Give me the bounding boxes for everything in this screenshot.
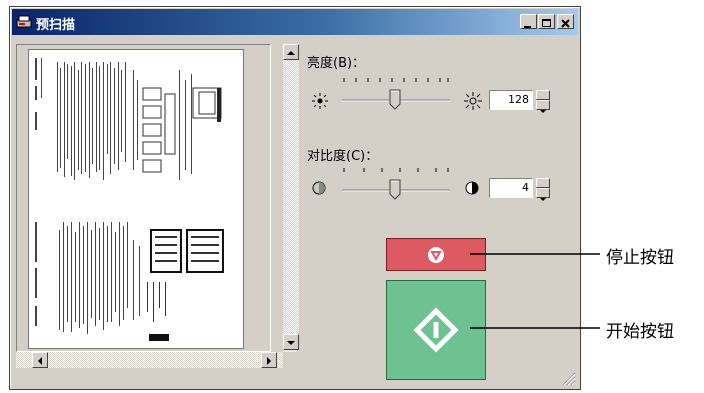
start-button-callout: 开始按钮 (606, 322, 674, 342)
stop-button-callout: 停止按钮 (606, 248, 674, 268)
callout-lines (470, 253, 600, 329)
